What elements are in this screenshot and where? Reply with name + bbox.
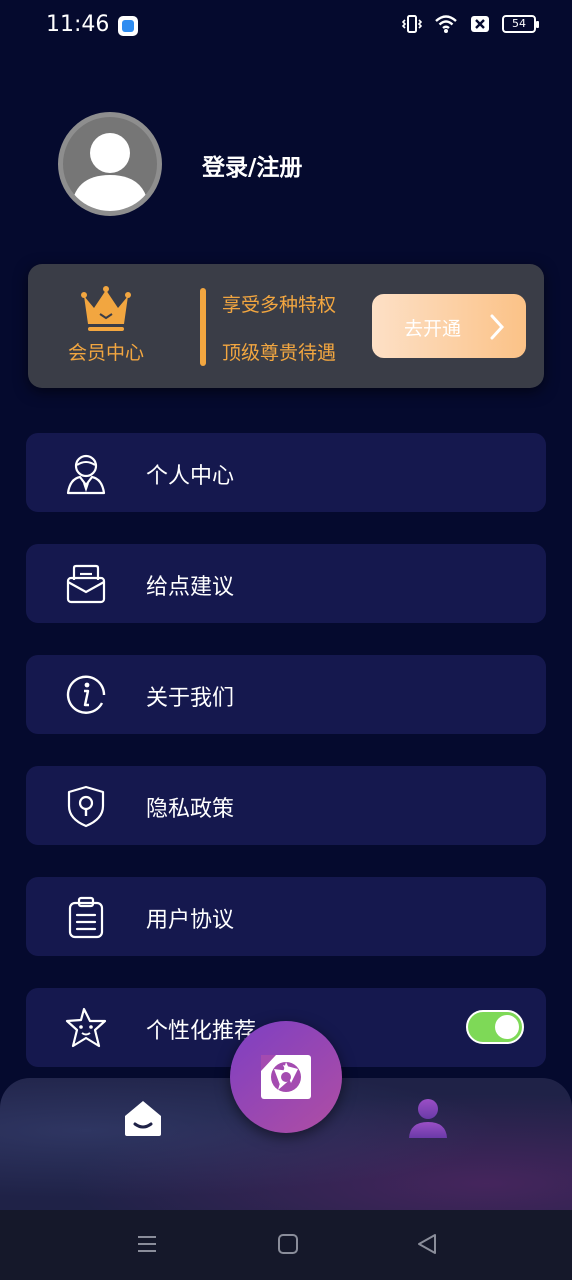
wifi-icon bbox=[435, 15, 457, 33]
menu-item-about-us[interactable]: 关于我们 bbox=[26, 655, 546, 734]
menu-label: 隐私政策 bbox=[146, 797, 235, 822]
chevron-right-icon bbox=[490, 314, 505, 340]
back-icon[interactable] bbox=[416, 1233, 438, 1255]
screen: 11:46 54 登录/注册 会员中心 享受多种特权 顶级尊贵待遇 去开通 个人… bbox=[0, 0, 572, 1280]
home-icon[interactable] bbox=[122, 1098, 164, 1138]
menu-label: 个性化推荐 bbox=[146, 1019, 257, 1044]
vip-center-label: 会员中心 bbox=[68, 342, 145, 364]
menu-label: 关于我们 bbox=[146, 686, 235, 711]
system-nav-bar bbox=[0, 1210, 572, 1280]
person-icon bbox=[66, 454, 106, 495]
vip-divider bbox=[200, 288, 206, 366]
menu-icon[interactable] bbox=[136, 1233, 158, 1255]
menu-label: 用户协议 bbox=[146, 908, 235, 933]
avatar[interactable] bbox=[58, 112, 162, 216]
camera-fab-button[interactable] bbox=[230, 1021, 342, 1133]
login-register-link[interactable]: 登录/注册 bbox=[202, 148, 302, 182]
profile-icon[interactable] bbox=[408, 1098, 448, 1140]
menu-item-personal-center[interactable]: 个人中心 bbox=[26, 433, 546, 512]
clipboard-icon bbox=[68, 896, 104, 939]
menu-item-feedback[interactable]: 给点建议 bbox=[26, 544, 546, 623]
star-icon bbox=[65, 1007, 107, 1048]
info-icon bbox=[66, 675, 106, 714]
status-icons: 54 bbox=[402, 14, 539, 34]
camera-icon bbox=[261, 1055, 311, 1099]
personalized-recommendation-toggle[interactable] bbox=[466, 1010, 524, 1044]
open-vip-button[interactable]: 去开通 bbox=[372, 294, 526, 358]
app-notification-icon bbox=[118, 16, 138, 36]
shield-lock-icon bbox=[67, 785, 105, 828]
home-square-icon[interactable] bbox=[277, 1233, 299, 1255]
status-time: 11:46 bbox=[46, 12, 110, 37]
mail-icon bbox=[66, 564, 106, 604]
vip-card[interactable]: 会员中心 享受多种特权 顶级尊贵待遇 去开通 bbox=[28, 264, 544, 388]
vip-benefit-line2: 顶级尊贵待遇 bbox=[222, 342, 337, 364]
menu-label: 个人中心 bbox=[146, 464, 235, 489]
vibrate-icon bbox=[402, 15, 422, 33]
menu-label: 给点建议 bbox=[146, 575, 235, 600]
sim-blocked-icon bbox=[471, 16, 489, 32]
status-bar: 11:46 54 bbox=[0, 0, 572, 52]
menu-item-user-agreement[interactable]: 用户协议 bbox=[26, 877, 546, 956]
toggle-knob bbox=[495, 1015, 519, 1039]
battery-icon: 54 bbox=[502, 15, 539, 33]
default-avatar-icon bbox=[71, 133, 149, 211]
crown-icon bbox=[81, 286, 131, 331]
menu-item-privacy-policy[interactable]: 隐私政策 bbox=[26, 766, 546, 845]
open-vip-button-label: 去开通 bbox=[404, 318, 462, 340]
vip-benefit-line1: 享受多种特权 bbox=[222, 294, 337, 316]
